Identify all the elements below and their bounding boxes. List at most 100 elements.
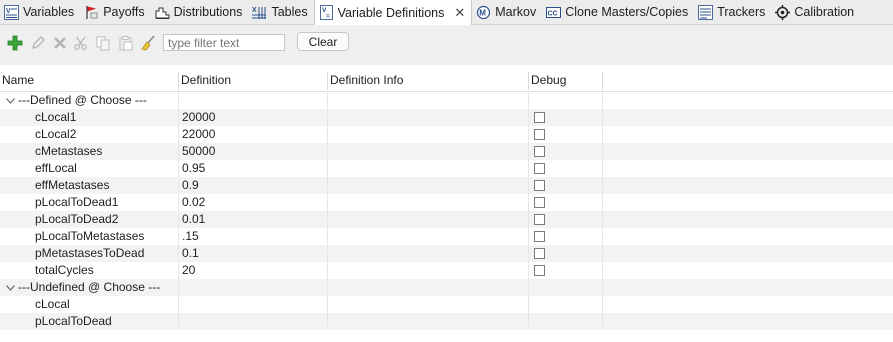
chevron-down-icon[interactable] (4, 92, 16, 109)
trackers-icon (698, 4, 714, 20)
variable-definition[interactable]: 20000 (182, 109, 215, 126)
table-row[interactable]: cLocal (0, 296, 893, 313)
tab-distributions[interactable]: Distributions (151, 0, 249, 24)
tab-label: Clone Masters/Copies (565, 5, 689, 19)
tab-label: Tables (271, 5, 308, 19)
column-divider[interactable] (602, 72, 603, 90)
debug-checkbox[interactable] (534, 231, 545, 242)
distributions-icon (155, 5, 170, 20)
delete-icon[interactable] (51, 34, 69, 52)
variable-definition[interactable]: 0.1 (182, 245, 199, 262)
debug-checkbox[interactable] (534, 180, 545, 191)
debug-checkbox[interactable] (534, 214, 545, 225)
tab-clone-masters-copies[interactable]: CC Clone Masters/Copies (542, 0, 694, 24)
column-header-definition[interactable]: Definition (179, 70, 327, 91)
table-row[interactable]: pLocalToDead1 0.02 (0, 194, 893, 211)
table-row[interactable]: cLocal1 20000 (0, 109, 893, 126)
svg-text:V: V (6, 8, 11, 15)
tab-label: Calibration (794, 5, 855, 19)
close-tab-icon[interactable]: ✕ (454, 5, 465, 21)
tab-payoffs[interactable]: Payoffs (80, 0, 150, 24)
table-row[interactable]: pMetastasesToDead 0.1 (0, 245, 893, 262)
debug-checkbox[interactable] (534, 265, 545, 276)
add-icon[interactable] (6, 34, 24, 52)
column-header-debug[interactable]: Debug (529, 70, 602, 91)
svg-text:=: = (326, 13, 330, 20)
column-gridline (178, 92, 179, 330)
table-header: Name Definition Definition Info Debug (0, 70, 893, 92)
variable-definition[interactable]: 0.01 (182, 211, 205, 228)
svg-text:M: M (479, 8, 486, 17)
svg-text:X: X (252, 7, 257, 14)
variable-name: cLocal1 (35, 110, 77, 124)
variable-definition[interactable]: 0.9 (182, 177, 199, 194)
variable-name: effMetastases (35, 178, 110, 192)
table-body: ---Defined @ Choose --- cLocal1 20000 cL… (0, 92, 893, 330)
debug-checkbox[interactable] (534, 146, 545, 157)
debug-checkbox[interactable] (534, 163, 545, 174)
tab-label: Trackers (717, 5, 766, 19)
variable-definition[interactable]: 0.02 (182, 194, 205, 211)
debug-checkbox[interactable] (534, 129, 545, 140)
clone-masters-icon: CC (546, 5, 562, 20)
copy-icon[interactable] (94, 34, 112, 52)
variable-definition[interactable]: 20 (182, 262, 195, 279)
tab-label: Distributions (173, 5, 243, 19)
column-header-definition-info[interactable]: Definition Info (328, 70, 528, 91)
debug-checkbox[interactable] (534, 197, 545, 208)
variable-name: cLocal (35, 297, 70, 311)
variable-definitions-icon: V = (319, 5, 334, 20)
table-row[interactable]: cMetastases 50000 (0, 143, 893, 160)
column-gridline (528, 92, 529, 330)
table-row[interactable]: effMetastases 0.9 (0, 177, 893, 194)
variable-definition[interactable]: 22000 (182, 126, 215, 143)
variable-name: pLocalToMetastases (35, 229, 145, 243)
variable-name: pLocalToDead1 (35, 195, 119, 209)
table-row[interactable]: pLocalToMetastases .15 (0, 228, 893, 245)
variable-definition[interactable]: 0.95 (182, 160, 205, 177)
debug-checkbox[interactable] (534, 112, 545, 123)
table-row[interactable]: pLocalToDead (0, 313, 893, 330)
tab-label: Variable Definitions (337, 5, 445, 20)
table-row[interactable]: cLocal2 22000 (0, 126, 893, 143)
column-gridline (602, 92, 603, 330)
tab-variable-definitions[interactable]: V = Variable Definitions ✕ (313, 0, 473, 25)
variable-name: totalCycles (35, 263, 94, 277)
group-label: ---Undefined @ Choose --- (18, 280, 161, 294)
tables-icon: X (252, 5, 267, 20)
cut-scissors-icon[interactable] (72, 34, 90, 52)
tab-tables[interactable]: X Tables (248, 0, 313, 24)
table-row[interactable]: effLocal 0.95 (0, 160, 893, 177)
filter-text-input[interactable] (163, 34, 285, 51)
calibration-target-icon (775, 4, 791, 20)
markov-icon: M (476, 5, 491, 20)
column-header-name[interactable]: Name (0, 70, 178, 91)
tab-label: Variables (23, 5, 75, 19)
tab-variables[interactable]: V Variables (0, 0, 80, 24)
table-row[interactable]: pLocalToDead2 0.01 (0, 211, 893, 228)
variable-name: pLocalToDead2 (35, 212, 119, 226)
group-row-undefined[interactable]: ---Undefined @ Choose --- (0, 279, 893, 296)
tab-calibration[interactable]: Calibration (771, 0, 860, 24)
variable-name: pLocalToDead (35, 314, 112, 328)
edit-pencil-icon[interactable] (29, 34, 47, 52)
toolbar: Clear (0, 25, 893, 65)
tab-markov[interactable]: M Markov (472, 0, 542, 24)
group-row-defined[interactable]: ---Defined @ Choose --- (0, 92, 893, 109)
table-row[interactable]: totalCycles 20 (0, 262, 893, 279)
paste-icon[interactable] (117, 34, 135, 52)
view-tab-bar: V Variables Payoffs Distributions X Tabl… (0, 0, 893, 25)
variable-definition[interactable]: 50000 (182, 143, 215, 160)
variable-definition[interactable]: .15 (182, 228, 199, 245)
variable-name: cLocal2 (35, 127, 77, 141)
variable-name: pMetastasesToDead (35, 246, 145, 260)
variables-icon: V (4, 4, 19, 20)
chevron-down-icon[interactable] (4, 279, 16, 296)
clear-button[interactable]: Clear (297, 32, 349, 51)
column-gridline (327, 92, 328, 330)
group-label: ---Defined @ Choose --- (18, 93, 147, 107)
clear-brush-icon[interactable] (140, 34, 158, 52)
tab-trackers[interactable]: Trackers (694, 0, 771, 24)
variable-definitions-table: Name Definition Definition Info Debug --… (0, 70, 893, 330)
debug-checkbox[interactable] (534, 248, 545, 259)
